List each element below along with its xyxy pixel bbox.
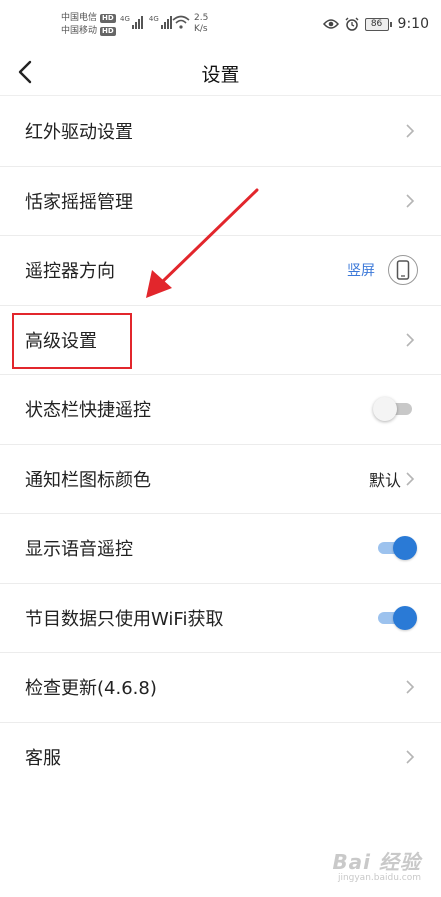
setting-label: 客服 (25, 748, 61, 770)
setting-label: 状态栏快捷遥控 (25, 400, 151, 422)
setting-label: 检查更新(4.6.8) (25, 678, 157, 700)
chevron-right-icon (406, 194, 415, 208)
phone-portrait-icon[interactable] (388, 255, 418, 286)
setting-row-notification-icon-color[interactable]: 通知栏图标颜色 默认 (0, 445, 441, 514)
setting-row-customer-service[interactable]: 客服 (0, 723, 441, 793)
alarm-icon (345, 17, 359, 31)
carrier-1: 中国电信 (61, 13, 98, 23)
wifi-icon (172, 15, 190, 29)
watermark-url: jingyan.baidu.com (337, 873, 421, 883)
watermark-brand: Bai 经验 (332, 850, 421, 874)
annotation-highlight-box (12, 313, 132, 369)
setting-label: 遥控器方向 (25, 261, 115, 283)
header-bar: 设置 (0, 48, 441, 96)
setting-row-remote-orientation[interactable]: 遥控器方向 竖屏 (0, 236, 441, 306)
setting-row-statusbar-shortcut[interactable]: 状态栏快捷遥控 (0, 375, 441, 445)
chevron-right-icon (406, 472, 415, 486)
chevron-right-icon (406, 124, 415, 138)
page-title: 设置 (201, 64, 240, 86)
setting-label: 通知栏图标颜色 (25, 469, 151, 491)
setting-label: 红外驱动设置 (25, 122, 133, 144)
setting-label: 节目数据只使用WiFi获取 (25, 608, 224, 630)
carrier-info: 中国电信 HD 中国移动 HD (61, 12, 116, 38)
carrier-2: 中国移动 (61, 26, 98, 36)
status-right: 86 9:10 (322, 16, 429, 32)
eye-icon (322, 19, 339, 29)
setting-row-shake-manage[interactable]: 恬家摇摇管理 (0, 167, 441, 236)
signal-icon-1: 4G (120, 15, 143, 29)
setting-row-check-update[interactable]: 检查更新(4.6.8) (0, 653, 441, 723)
signal-icon-2: 4G (149, 15, 172, 29)
setting-label: 显示语音遥控 (25, 539, 133, 561)
hd-badge-2: HD (100, 27, 116, 36)
settings-list: 红外驱动设置 恬家摇摇管理 遥控器方向 竖屏 高级设置 状态栏快捷遥控 通知栏图… (0, 97, 441, 792)
battery-icon: 86 (364, 17, 392, 31)
setting-row-infrared-driver[interactable]: 红外驱动设置 (0, 97, 441, 167)
orientation-value: 竖屏 (347, 263, 375, 280)
icon-color-value: 默认 (368, 470, 401, 490)
baidu-watermark: Bai 经验 jingyan.baidu.com (332, 846, 421, 883)
setting-label: 恬家摇摇管理 (25, 191, 133, 213)
chevron-right-icon (406, 750, 415, 764)
chevron-right-icon (406, 333, 415, 347)
wifi-only-toggle[interactable] (376, 603, 417, 633)
network-speed: 2.5 K/s (194, 13, 209, 34)
statusbar-shortcut-toggle[interactable] (373, 394, 414, 424)
status-bar: 中国电信 HD 中国移动 HD 4G 4G 2.5 K/s 86 9:10 (0, 0, 441, 48)
setting-row-voice-remote[interactable]: 显示语音遥控 (0, 514, 441, 584)
clock: 9:10 (397, 16, 429, 32)
voice-remote-toggle[interactable] (376, 533, 417, 563)
chevron-right-icon (406, 680, 415, 694)
setting-row-wifi-only-data[interactable]: 节目数据只使用WiFi获取 (0, 584, 441, 653)
hd-badge-1: HD (100, 14, 116, 23)
signal-indicators: 4G 4G (120, 15, 172, 29)
